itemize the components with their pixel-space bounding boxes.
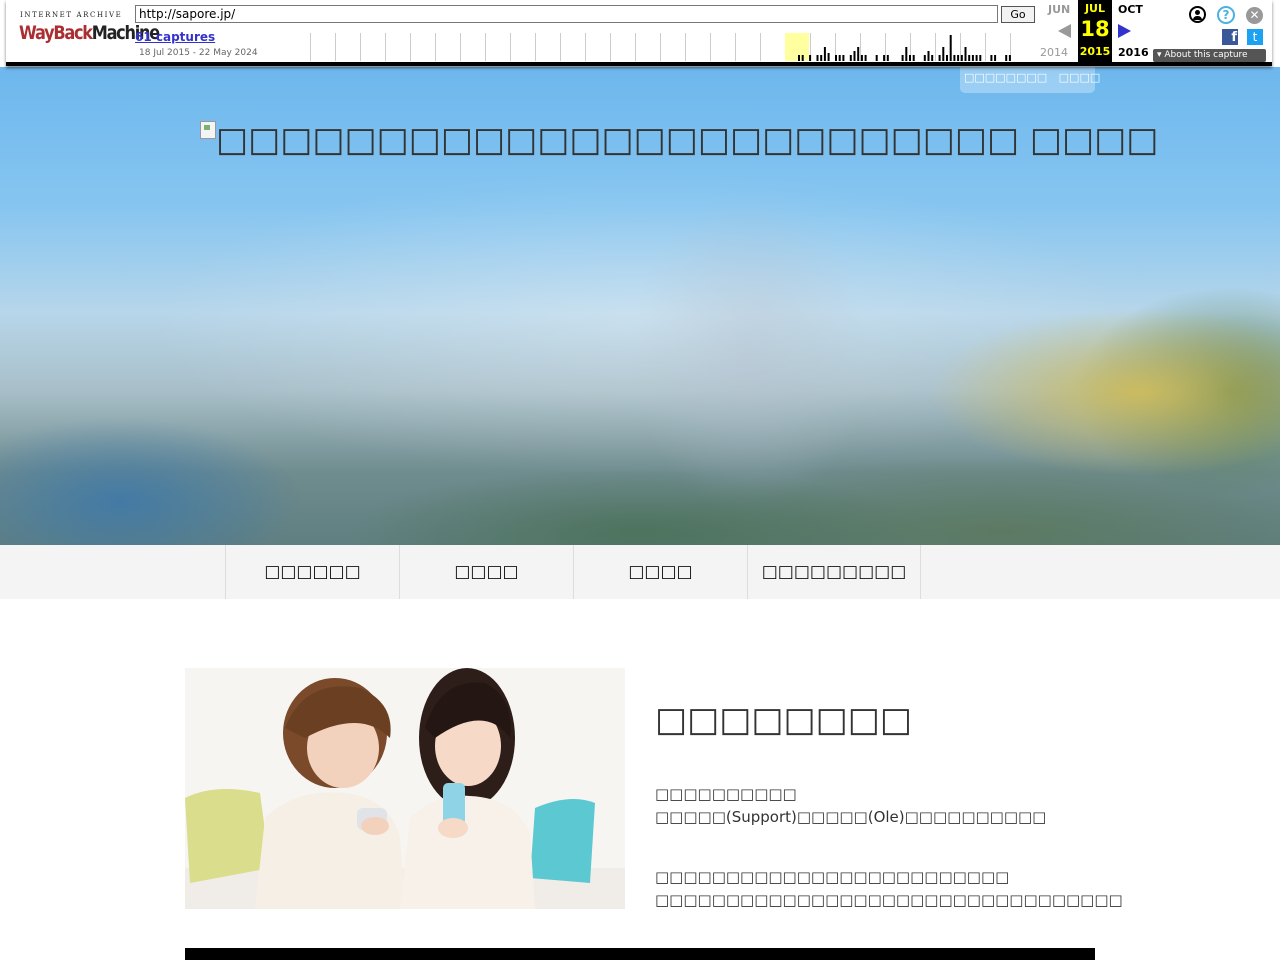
- close-icon[interactable]: ✕: [1246, 7, 1263, 24]
- wayback-prev-arrow-icon[interactable]: [1058, 24, 1071, 38]
- sparkline-bar: [1005, 55, 1008, 61]
- sparkline-bar: [979, 55, 982, 61]
- intro-paragraph-1: □□□□□□□□□□ □□□□□(Support)□□□□□(Ole)□□□□□…: [655, 783, 1046, 829]
- photo-illustration: [185, 668, 625, 909]
- sparkline-bar: [860, 55, 863, 61]
- wayback-current-month: JUL: [1084, 2, 1106, 15]
- wayback-current-day: 18: [1080, 17, 1110, 41]
- sparkline-bar: [909, 55, 911, 61]
- sparkline-bar: [953, 55, 956, 61]
- sparkline-bar: [875, 55, 878, 61]
- sparkline-bars: [798, 35, 1011, 61]
- wayback-current-year: 2015: [1079, 45, 1111, 58]
- sparkline-bar: [798, 55, 800, 61]
- sparkline-bar: [968, 55, 971, 61]
- wayback-logo-small: INTERNET ARCHIVE: [20, 11, 123, 19]
- wayback-go-button[interactable]: Go: [1001, 6, 1035, 23]
- utility-link-2[interactable]: □□□□: [1059, 71, 1101, 84]
- sparkline-bar: [905, 47, 908, 61]
- section-heading: □□□□□□□□: [655, 700, 912, 740]
- sparkline-bar: [838, 55, 841, 61]
- sparkline-bar: [816, 55, 819, 61]
- wayback-prev-year[interactable]: 2014: [1040, 46, 1068, 59]
- wayback-url-input[interactable]: http://sapore.jp/: [135, 5, 998, 23]
- sparkline-bar: [960, 55, 963, 61]
- sparkline-bar: [1008, 55, 1011, 61]
- sparkline-bar: [842, 55, 845, 61]
- sparkline-bar: [883, 55, 886, 61]
- dark-section-bar: [185, 948, 1095, 960]
- sparkline-bar: [990, 55, 993, 61]
- wayback-captures-link[interactable]: 61 captures: [135, 30, 215, 44]
- about-capture-button[interactable]: ▾ About this capture: [1153, 49, 1266, 62]
- sparkline-bar: [857, 47, 860, 61]
- sparkline-bar: [901, 55, 904, 61]
- sparkline-bar: [801, 55, 804, 61]
- wayback-next-arrow-icon[interactable]: [1118, 24, 1131, 38]
- sparkline-bar: [931, 55, 934, 61]
- sparkline-bar: [827, 53, 830, 61]
- wayback-logo[interactable]: INTERNET ARCHIVE WayBackMachine: [14, 8, 160, 52]
- wayback-date-range: 18 Jul 2015 - 22 May 2024: [139, 48, 258, 58]
- sparkline-bar: [912, 55, 915, 61]
- sparkline-bar: [949, 35, 952, 61]
- sparkline-bar: [835, 55, 837, 61]
- twitter-icon[interactable]: t: [1247, 29, 1263, 45]
- nav-item-1[interactable]: □□□□□□: [226, 545, 400, 599]
- intro-paragraph-2: □□□□□□□□□□□□□□□□□□□□□□□□□ □□□□□□□□□□□□□□…: [655, 866, 1123, 912]
- sparkline-bar: [994, 55, 997, 61]
- utility-link-1[interactable]: □□□□□□□□: [964, 71, 1047, 84]
- sparkline-bar: [975, 55, 978, 61]
- intro-paragraph-1-line-1: □□□□□□□□□□: [655, 785, 797, 803]
- sparkline-bar: [853, 51, 856, 61]
- broken-image-icon: [200, 121, 216, 139]
- facebook-icon[interactable]: f: [1222, 29, 1238, 45]
- sparkline-bar: [964, 47, 967, 61]
- intro-paragraph-1-line-2: □□□□□(Support)□□□□□(Ole)□□□□□□□□□□: [655, 808, 1047, 826]
- site-logo[interactable]: □□□□□□□□□□□□□□□□□□□□□□□□□ □□□□: [200, 120, 1158, 160]
- sparkline-bar: [823, 47, 826, 61]
- sparkline-bar: [864, 55, 867, 61]
- two-women-smartphone-photo: [185, 668, 625, 909]
- wayback-toolbar: INTERNET ARCHIVE WayBackMachine http://s…: [0, 0, 1280, 67]
- wayback-next-year[interactable]: 2016: [1118, 46, 1149, 59]
- about-capture-label: About this capture: [1164, 50, 1248, 60]
- nav-item-2[interactable]: □□□□: [400, 545, 574, 599]
- help-icon[interactable]: ?: [1217, 6, 1235, 24]
- intro-paragraph-2-line-1: □□□□□□□□□□□□□□□□□□□□□□□□□: [655, 868, 1010, 886]
- global-nav: □□□□□□ □□□□ □□□□ □□□□□□□□□: [0, 545, 1280, 599]
- wayback-current-date: JUL 18 2015: [1078, 0, 1112, 62]
- user-icon[interactable]: [1189, 6, 1206, 23]
- site-logo-alt-text: □□□□□□□□□□□□□□□□□□□□□□□□□ □□□□: [216, 120, 1159, 160]
- wayback-next-month[interactable]: OCT: [1118, 3, 1143, 16]
- sparkline-bar: [957, 55, 960, 61]
- sparkline-bar: [971, 55, 974, 61]
- wayback-prev-month[interactable]: JUN: [1048, 3, 1070, 16]
- global-nav-items: □□□□□□ □□□□ □□□□ □□□□□□□□□: [225, 545, 921, 599]
- nav-item-3[interactable]: □□□□: [574, 545, 748, 599]
- sparkline-grid: [310, 33, 1011, 61]
- nav-item-4[interactable]: □□□□□□□□□: [748, 545, 921, 599]
- sparkline-bar: [886, 55, 889, 61]
- sparkline-bar: [809, 55, 812, 61]
- wayback-capture-sparkline[interactable]: [310, 33, 1035, 61]
- sparkline-bar: [927, 51, 930, 61]
- intro-paragraph-2-line-2: □□□□□□□□□□□□□□□□□□□□□□□□□□□□□□□□□: [655, 891, 1123, 909]
- sparkline-bar: [923, 55, 926, 61]
- sparkline-bar: [938, 55, 941, 61]
- sparkline-bar: [942, 47, 945, 61]
- sparkline-bar: [849, 55, 852, 61]
- sparkline-bar: [820, 55, 823, 61]
- sparkline-current-year-highlight: [785, 33, 809, 61]
- sparkline-bar: [946, 55, 948, 61]
- wayback-logo-wayback: WayBack: [19, 22, 93, 44]
